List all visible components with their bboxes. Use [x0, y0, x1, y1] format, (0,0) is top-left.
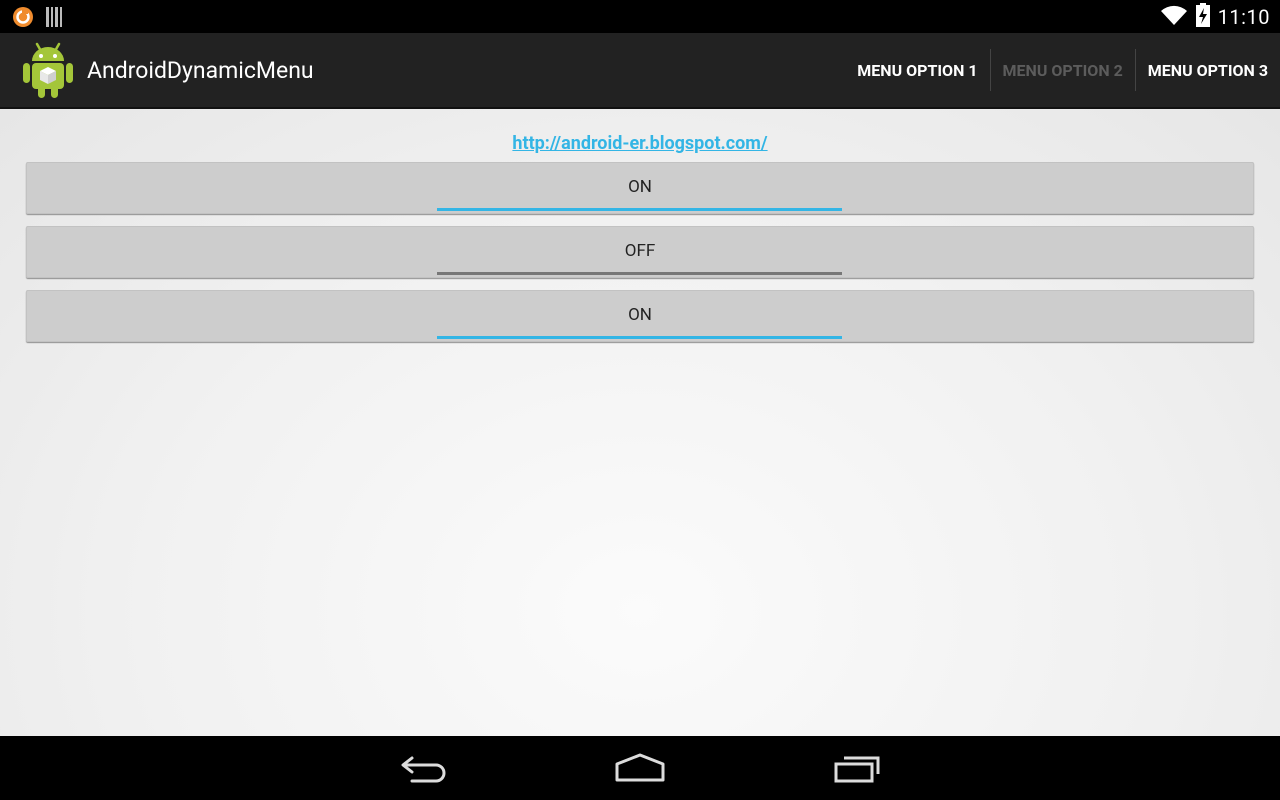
back-icon[interactable]	[398, 750, 450, 790]
toggle-label: OFF	[624, 241, 656, 261]
barcode-icon	[46, 7, 64, 31]
toggle-label: ON	[628, 177, 652, 197]
navigation-bar	[0, 736, 1280, 800]
main-content: http://android-er.blogspot.com/ ON OFF O…	[0, 109, 1280, 736]
status-system: 11:10	[1160, 3, 1270, 31]
toggle-button-1[interactable]: ON	[26, 162, 1254, 214]
toggle-indicator-on	[437, 208, 842, 211]
notification-sync-icon	[12, 6, 34, 32]
action-menu: MENU OPTION 1 MENU OPTION 2 MENU OPTION …	[845, 33, 1280, 107]
menu-option-3-label: MENU OPTION 3	[1147, 60, 1268, 80]
menu-option-2-label: MENU OPTION 2	[1002, 60, 1123, 80]
android-app-icon[interactable]	[22, 41, 74, 103]
toggle-button-3[interactable]: ON	[26, 290, 1254, 342]
wifi-icon	[1160, 3, 1188, 31]
toggle-label: ON	[628, 305, 652, 325]
menu-option-1-label: MENU OPTION 1	[857, 60, 978, 80]
status-notifications	[12, 6, 64, 32]
menu-option-1[interactable]: MENU OPTION 1	[845, 33, 989, 107]
home-icon[interactable]	[613, 750, 667, 790]
recents-icon[interactable]	[832, 750, 884, 790]
battery-charging-icon	[1195, 3, 1210, 31]
app-title: AndroidDynamicMenu	[87, 57, 314, 84]
action-bar: AndroidDynamicMenu MENU OPTION 1 MENU OP…	[0, 33, 1280, 109]
blog-link[interactable]: http://android-er.blogspot.com/	[0, 133, 1280, 154]
toggle-indicator-on	[437, 336, 842, 339]
clock: 11:10	[1217, 5, 1270, 29]
status-bar: 11:10	[0, 0, 1280, 33]
toggle-indicator-off	[437, 272, 842, 275]
toggle-button-2[interactable]: OFF	[26, 226, 1254, 278]
menu-option-2[interactable]: MENU OPTION 2	[991, 33, 1135, 107]
menu-option-3[interactable]: MENU OPTION 3	[1136, 33, 1280, 107]
